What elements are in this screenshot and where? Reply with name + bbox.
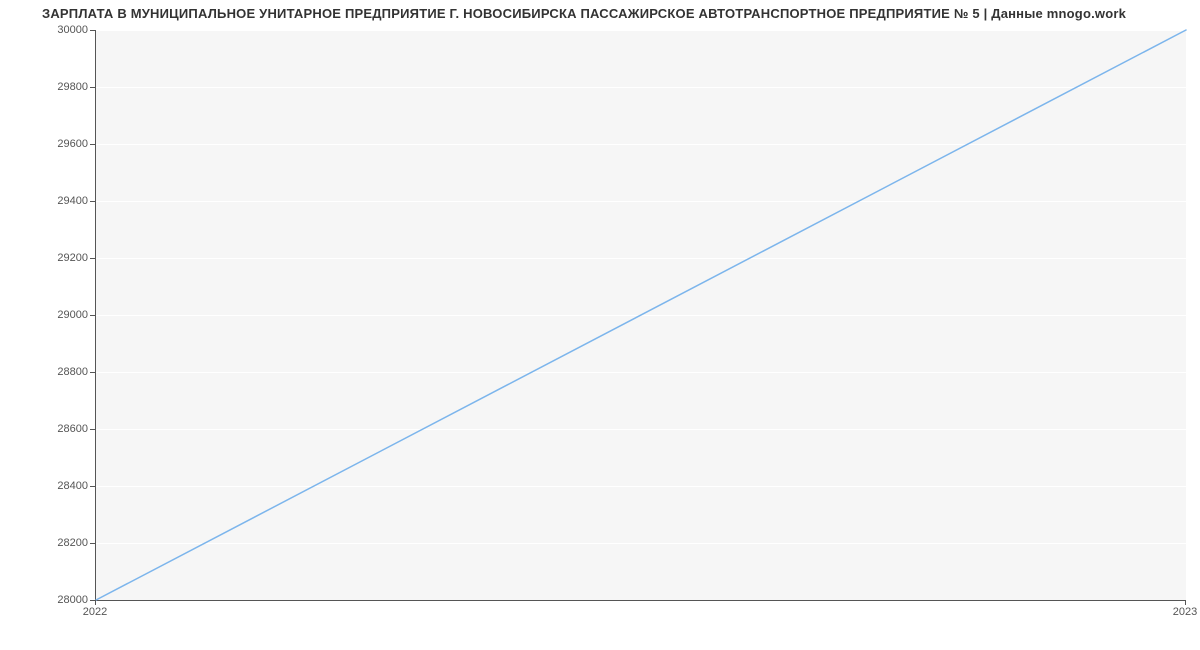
series-line (96, 30, 1186, 600)
y-axis-tick (90, 258, 95, 259)
x-axis-tick (1185, 600, 1186, 605)
y-tick-label: 29400 (57, 195, 88, 207)
y-tick-label: 28200 (57, 537, 88, 549)
y-tick-label: 28600 (57, 423, 88, 435)
y-axis-tick (90, 87, 95, 88)
x-tick-label: 2022 (83, 606, 107, 618)
line-layer (96, 30, 1186, 600)
x-tick-label: 2023 (1173, 606, 1197, 618)
y-axis-tick (90, 429, 95, 430)
y-axis-tick (90, 144, 95, 145)
y-axis-tick (90, 372, 95, 373)
y-axis-tick (90, 486, 95, 487)
y-tick-label: 29600 (57, 138, 88, 150)
y-axis-tick (90, 201, 95, 202)
y-tick-label: 29800 (57, 81, 88, 93)
y-tick-label: 29200 (57, 252, 88, 264)
x-axis-tick (95, 600, 96, 605)
y-tick-label: 29000 (57, 309, 88, 321)
y-axis-tick (90, 30, 95, 31)
y-axis-tick (90, 543, 95, 544)
plot-area (95, 30, 1186, 601)
chart-title: ЗАРПЛАТА В МУНИЦИПАЛЬНОЕ УНИТАРНОЕ ПРЕДП… (42, 6, 1126, 21)
y-tick-label: 28400 (57, 480, 88, 492)
y-tick-label: 28800 (57, 366, 88, 378)
chart-container: ЗАРПЛАТА В МУНИЦИПАЛЬНОЕ УНИТАРНОЕ ПРЕДП… (0, 0, 1200, 650)
y-axis-tick (90, 315, 95, 316)
y-tick-label: 30000 (57, 24, 88, 36)
y-tick-label: 28000 (57, 594, 88, 606)
